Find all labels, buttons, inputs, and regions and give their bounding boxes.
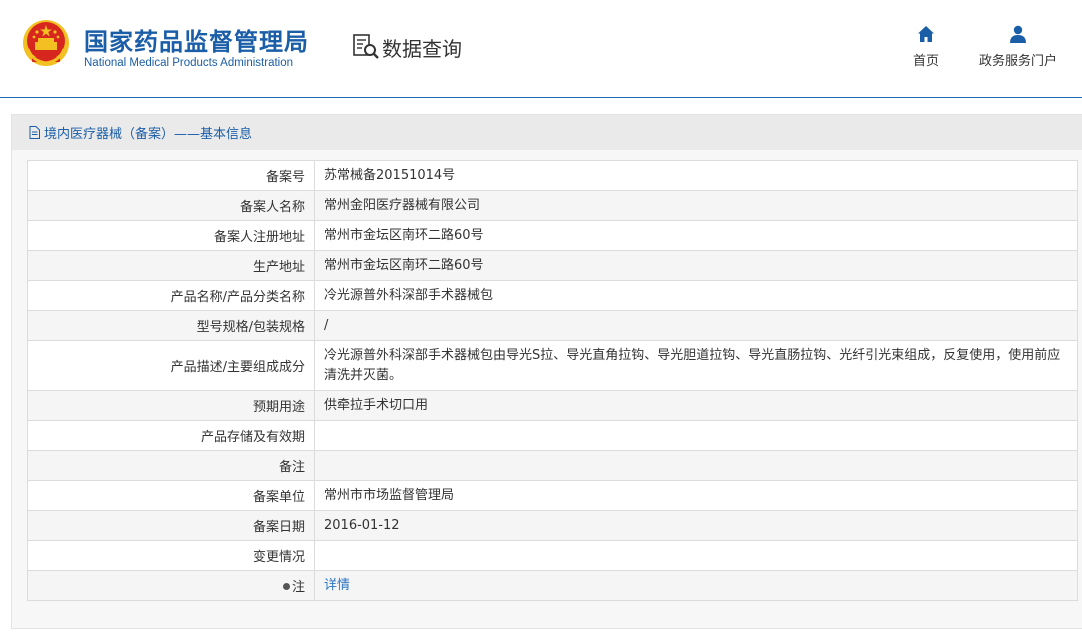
row-label: 备案单位 [27, 480, 315, 511]
note-label: 注 [291, 580, 305, 595]
row-value: 常州市金坛区南环二路60号 [314, 220, 1078, 251]
row-value: 苏常械备20151014号 [314, 160, 1078, 191]
row-label: 产品名称/产品分类名称 [27, 280, 315, 311]
note-label-cell: 注 [27, 570, 315, 601]
table-row: 注 详情 [27, 570, 1078, 601]
national-emblem-icon [23, 20, 69, 66]
org-name-en: National Medical Products Administration [84, 57, 294, 69]
org-name-zh: 国家药品监督管理局 [84, 28, 309, 56]
table-row: 变更情况 [27, 540, 1078, 571]
row-label: 备案人注册地址 [27, 220, 315, 251]
home-icon [918, 26, 934, 42]
row-value: 常州市市场监督管理局 [314, 480, 1078, 511]
row-value: 冷光源普外科深部手术器械包由导光S拉、导光直角拉钩、导光胆道拉钩、导光直肠拉钩、… [314, 340, 1078, 391]
nav-service-portal-label: 政务服务门户 [979, 54, 1058, 69]
table-row: 产品描述/主要组成成分 冷光源普外科深部手术器械包由导光S拉、导光直角拉钩、导光… [27, 340, 1078, 391]
table-row: 产品存储及有效期 [27, 420, 1078, 451]
row-value: 2016-01-12 [314, 510, 1078, 541]
nav-service-portal[interactable]: 政务服务门户 [979, 25, 1057, 69]
row-label: 备案日期 [27, 510, 315, 541]
data-query-link[interactable]: 数据查询 [352, 32, 462, 62]
row-value: 冷光源普外科深部手术器械包 [314, 280, 1078, 311]
row-label: 生产地址 [27, 250, 315, 281]
table-row: 备案人名称 常州金阳医疗器械有限公司 [27, 190, 1078, 221]
data-query-label: 数据查询 [382, 36, 462, 61]
row-value: 常州金阳医疗器械有限公司 [314, 190, 1078, 221]
table-row: 备案日期 2016-01-12 [27, 510, 1078, 541]
panel-header: 境内医疗器械（备案）——基本信息 [12, 115, 1082, 150]
nav-home[interactable]: 首页 [913, 25, 939, 69]
search-document-icon [353, 34, 379, 59]
detail-link[interactable]: 详情 [324, 578, 350, 593]
info-table: 备案号 苏常械备20151014号 备案人名称 常州金阳医疗器械有限公司 备案人… [27, 160, 1078, 601]
basic-info-panel: 境内医疗器械（备案）——基本信息 备案号 苏常械备20151014号 备案人名称… [11, 114, 1082, 629]
note-value-cell: 详情 [314, 570, 1078, 601]
table-row: 产品名称/产品分类名称 冷光源普外科深部手术器械包 [27, 280, 1078, 311]
table-row: 生产地址 常州市金坛区南环二路60号 [27, 250, 1078, 281]
row-value [314, 540, 1078, 571]
table-row: 备案单位 常州市市场监督管理局 [27, 480, 1078, 511]
nav-home-label: 首页 [913, 54, 940, 69]
row-value: 常州市金坛区南环二路60号 [314, 250, 1078, 281]
row-value [314, 450, 1078, 481]
row-label: 型号规格/包装规格 [27, 310, 315, 341]
row-label: 变更情况 [27, 540, 315, 571]
table-row: 备注 [27, 450, 1078, 481]
row-label: 产品描述/主要组成成分 [27, 340, 315, 391]
site-header: 国家药品监督管理局 National Medical Products Admi… [0, 0, 1082, 98]
row-label: 备案人名称 [27, 190, 315, 221]
row-label: 备注 [27, 450, 315, 481]
table-row: 型号规格/包装规格 / [27, 310, 1078, 341]
panel-title: 境内医疗器械（备案）——基本信息 [44, 127, 253, 142]
user-icon [1010, 25, 1026, 43]
row-value: / [314, 310, 1078, 341]
document-icon [29, 126, 40, 139]
row-value: 供牵拉手术切口用 [314, 390, 1078, 421]
row-value [314, 420, 1078, 451]
row-label: 预期用途 [27, 390, 315, 421]
bullet-icon [282, 583, 290, 590]
table-row: 备案号 苏常械备20151014号 [27, 160, 1078, 191]
row-label: 备案号 [27, 160, 315, 191]
table-row: 备案人注册地址 常州市金坛区南环二路60号 [27, 220, 1078, 251]
row-label: 产品存储及有效期 [27, 420, 315, 451]
table-row: 预期用途 供牵拉手术切口用 [27, 390, 1078, 421]
